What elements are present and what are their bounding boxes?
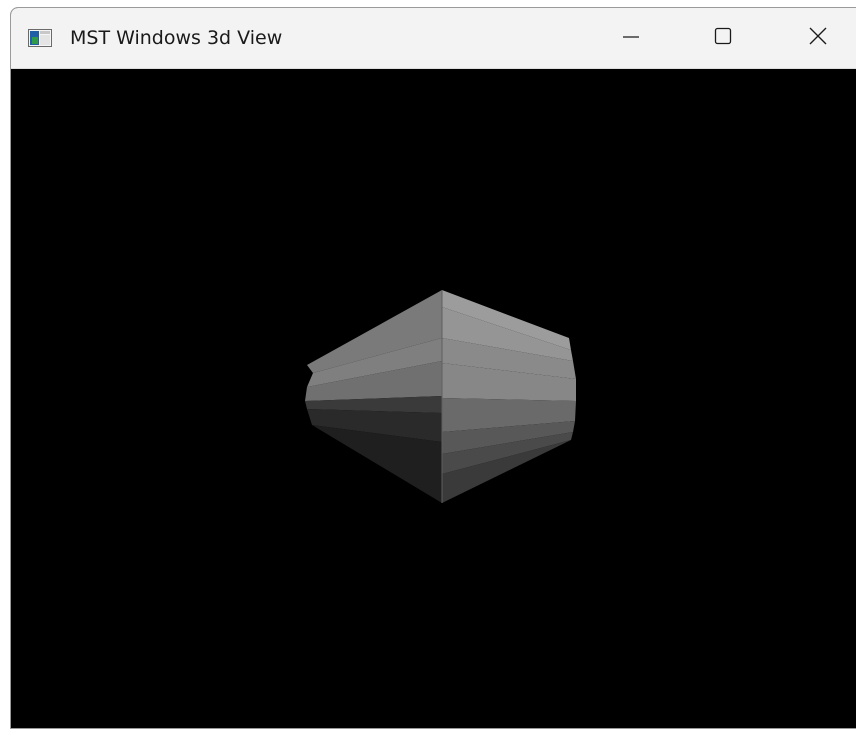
window-title: MST Windows 3d View — [70, 27, 283, 49]
3d-viewport[interactable] — [11, 69, 856, 728]
close-icon — [808, 26, 828, 50]
close-button[interactable] — [794, 20, 842, 56]
maximize-button[interactable] — [699, 20, 747, 56]
minimize-button[interactable] — [607, 20, 655, 56]
title-bar[interactable]: MST Windows 3d View — [11, 8, 856, 69]
app-window: MST Windows 3d View — [10, 7, 856, 729]
bicone-mesh — [305, 290, 576, 503]
app-icon — [28, 29, 52, 47]
3d-scene — [305, 290, 576, 503]
maximize-icon — [713, 26, 733, 50]
minimize-icon — [621, 26, 641, 50]
